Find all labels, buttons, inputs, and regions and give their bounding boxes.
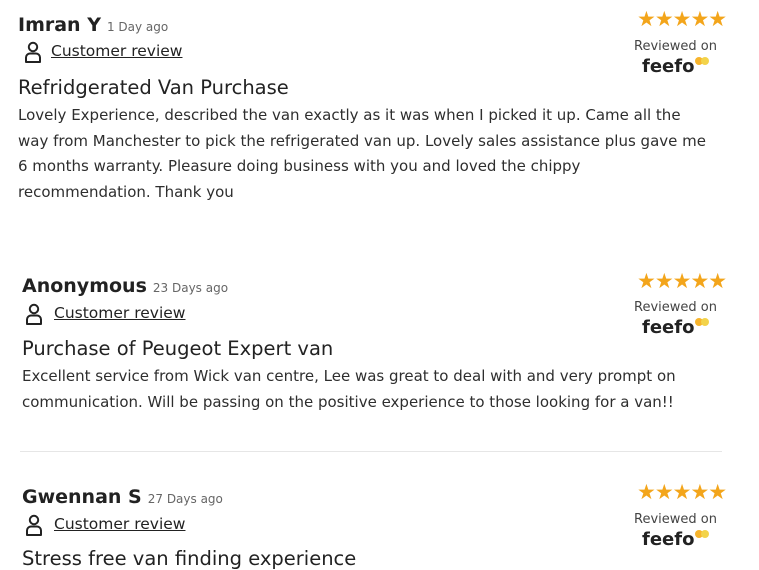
review-title: Refridgerated Van Purchase xyxy=(18,76,289,99)
feefo-wordmark: feefo xyxy=(642,56,695,77)
time-ago: 23 Days ago xyxy=(152,281,229,295)
person-icon xyxy=(25,514,43,536)
review-divider xyxy=(20,451,722,452)
review-title: Stress free van finding experience xyxy=(22,547,357,570)
review-card: Anonymous 23 Days ago Customer review Pur… xyxy=(0,271,759,435)
customer-review-link[interactable]: Customer review xyxy=(54,515,185,533)
time-ago: 27 Days ago xyxy=(147,492,223,506)
feefo-dots-icon xyxy=(695,57,710,65)
time-ago: 1 Day ago xyxy=(106,20,169,34)
star-rating: ★★★★★ xyxy=(637,7,727,31)
feefo-logo[interactable]: feefo xyxy=(642,529,710,550)
author-name: Gwennan S xyxy=(22,486,142,508)
person-icon xyxy=(24,41,42,63)
author-name: Imran Y xyxy=(18,14,101,36)
feefo-wordmark: feefo xyxy=(642,529,695,550)
review-header: Gwennan S 27 Days ago xyxy=(22,486,223,508)
review-header: Anonymous 23 Days ago xyxy=(22,275,228,297)
review-title: Purchase of Peugeot Expert van xyxy=(22,337,334,360)
reviewed-on-label: Reviewed on xyxy=(634,300,717,315)
feefo-wordmark: feefo xyxy=(642,317,695,338)
reviewed-on-label: Reviewed on xyxy=(634,39,717,54)
person-icon xyxy=(25,303,43,325)
review-body: Excellent service from Wick van centre, … xyxy=(22,367,676,411)
star-rating: ★★★★★ xyxy=(637,269,727,293)
feefo-dots-icon xyxy=(695,318,710,326)
star-rating: ★★★★★ xyxy=(637,480,727,504)
feefo-dots-icon xyxy=(695,530,710,538)
review-card: Gwennan S 27 Days ago Customer review Str… xyxy=(0,482,759,570)
customer-review-link[interactable]: Customer review xyxy=(54,304,185,322)
author-name: Anonymous xyxy=(22,275,147,297)
feefo-logo[interactable]: feefo xyxy=(642,317,710,338)
feefo-logo[interactable]: feefo xyxy=(642,56,710,77)
reviewed-on-label: Reviewed on xyxy=(634,512,717,527)
review-body: Lovely Experience, described the van exa… xyxy=(18,106,706,201)
review-header: Imran Y 1 Day ago xyxy=(18,14,168,36)
customer-review-link[interactable]: Customer review xyxy=(51,42,182,60)
review-card: Imran Y 1 Day ago Customer review Refridg… xyxy=(0,9,759,214)
